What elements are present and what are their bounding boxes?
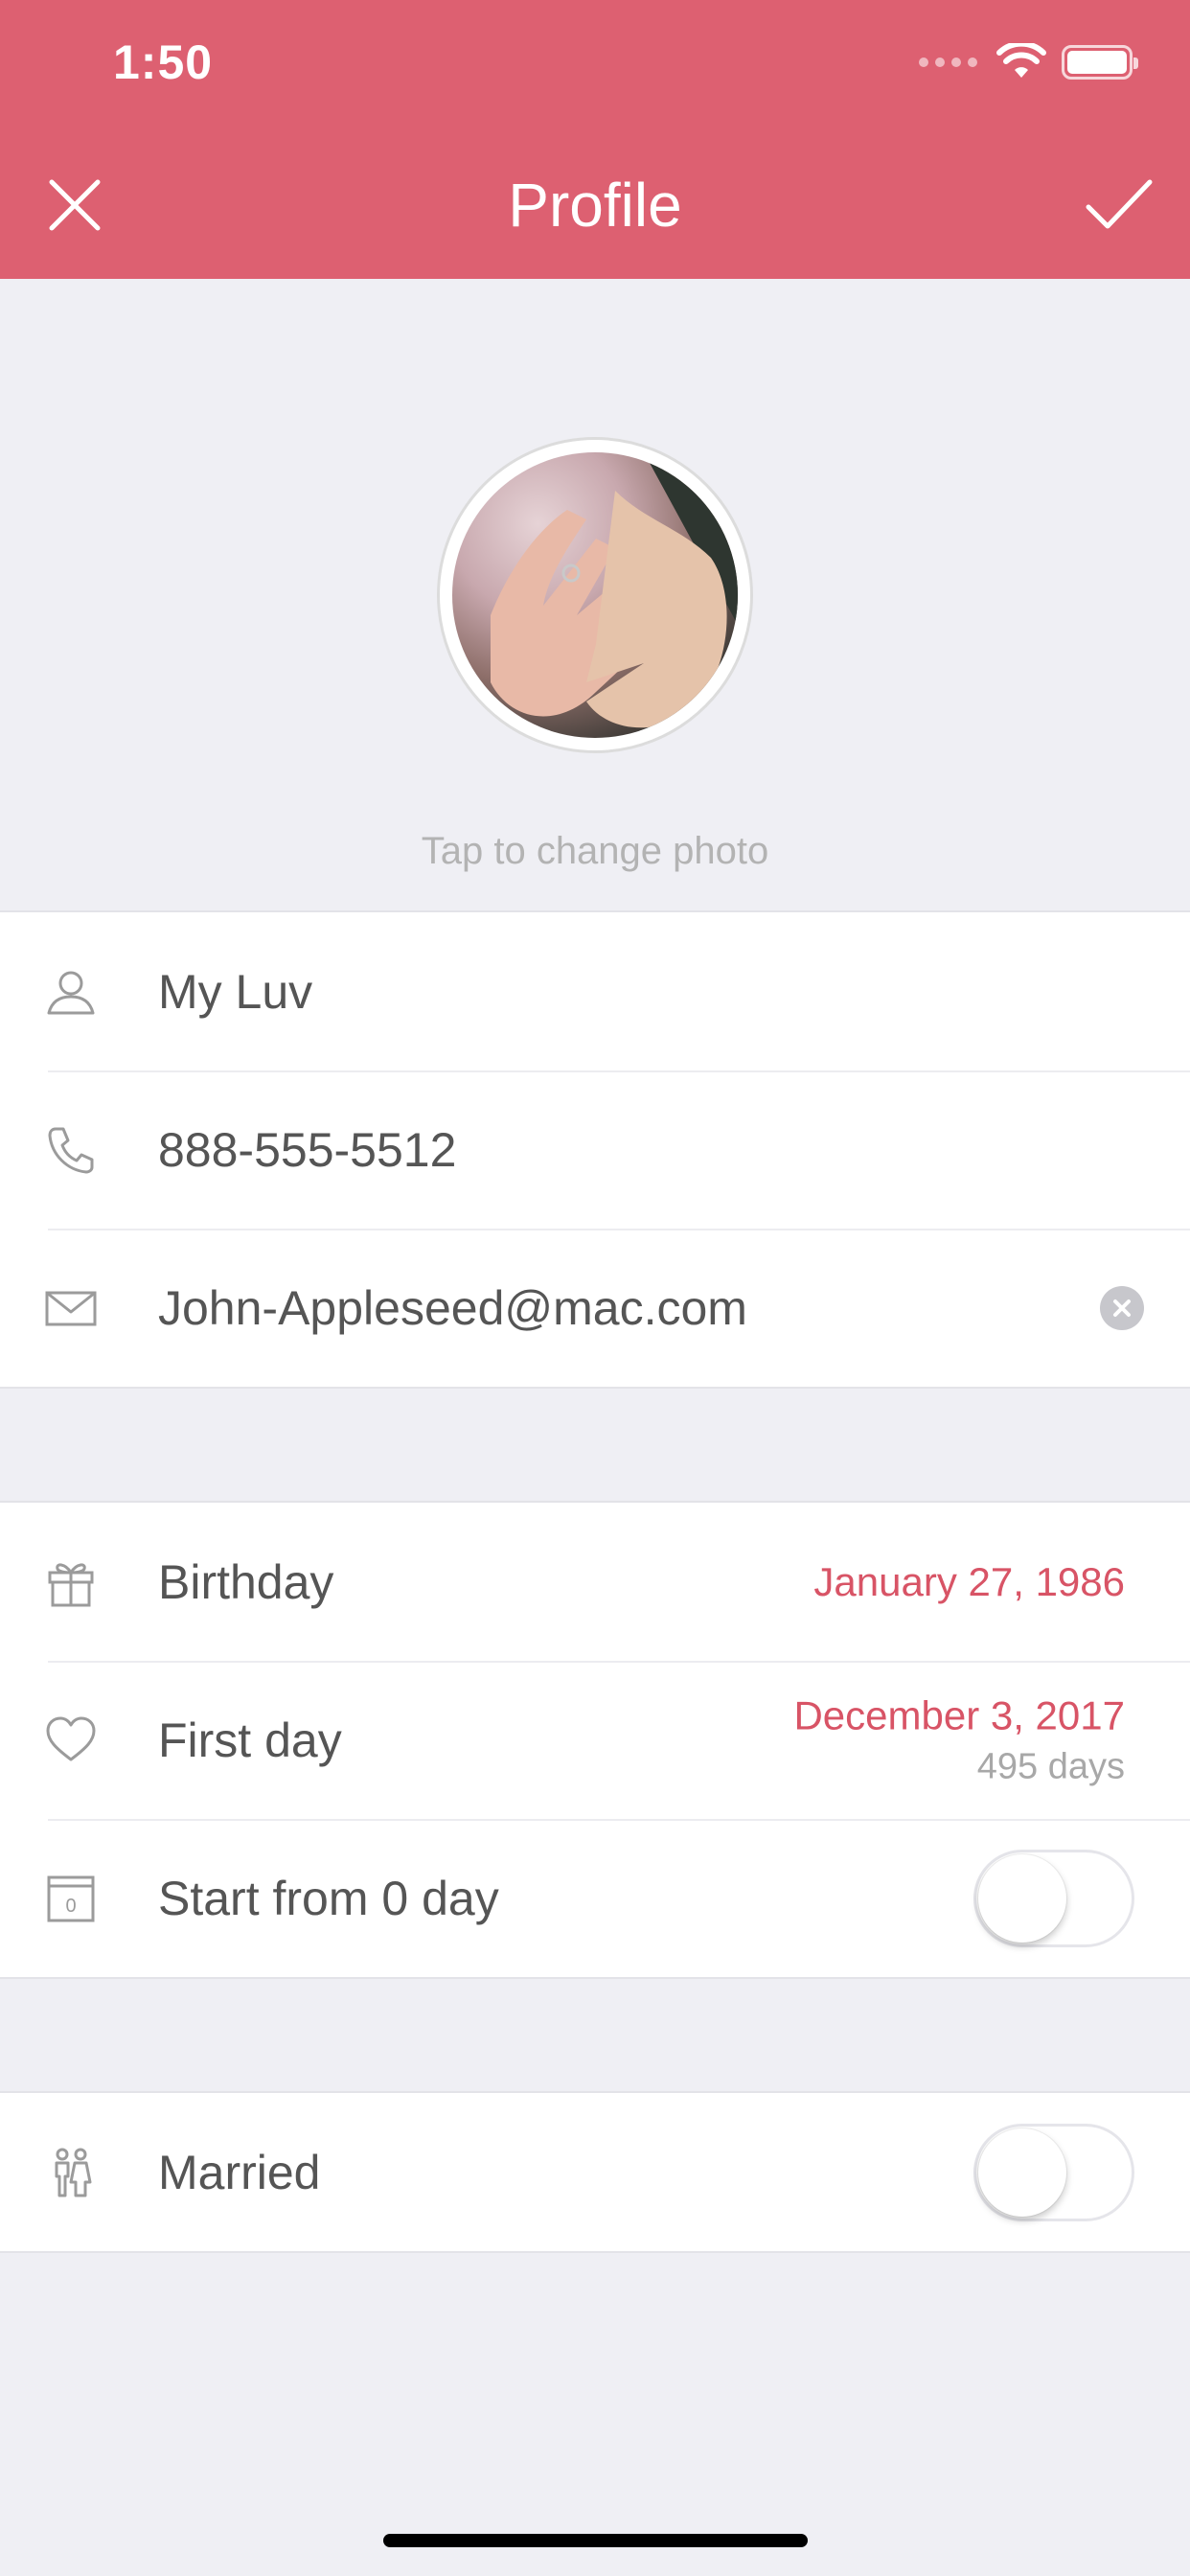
wifi-icon — [996, 43, 1046, 78]
first-day-value[interactable]: December 3, 2017 495 days — [793, 1692, 1125, 1787]
signal-icon — [919, 58, 977, 67]
calendar-zero-icon: 0 — [47, 1875, 95, 1921]
birthday-label: Birthday — [158, 1554, 334, 1609]
phone-row[interactable]: 888-555-5512 — [0, 1070, 1190, 1229]
profile-photo-image — [452, 452, 738, 738]
married-section: Married — [0, 2091, 1190, 2253]
toggle-knob — [978, 1853, 1066, 1943]
birthday-row[interactable]: Birthday January 27, 1986 — [0, 1503, 1190, 1661]
status-indicators — [919, 38, 1138, 86]
change-photo-hint[interactable]: Tap to change photo — [0, 830, 1190, 873]
contact-section: My Luv 888-555-5512 John-Appleseed@mac.c… — [0, 910, 1190, 1389]
toggle-knob — [978, 2128, 1066, 2217]
name-row[interactable]: My Luv — [0, 912, 1190, 1070]
status-time: 1:50 — [113, 35, 214, 89]
email-row[interactable]: John-Appleseed@mac.com — [0, 1229, 1190, 1387]
couple-icon — [55, 2148, 92, 2196]
heart-icon — [46, 1716, 96, 1760]
profile-photo[interactable] — [437, 437, 753, 753]
clear-email-button[interactable] — [1100, 1285, 1144, 1330]
dates-section: Birthday January 27, 1986 First day Dece… — [0, 1501, 1190, 1979]
checkmark-icon — [1086, 179, 1153, 229]
phone-field[interactable]: 888-555-5512 — [158, 1122, 456, 1178]
start-zero-toggle[interactable] — [973, 1849, 1134, 1947]
first-day-row[interactable]: First day December 3, 2017 495 days — [0, 1661, 1190, 1819]
first-day-count: 495 days — [976, 1746, 1125, 1786]
gift-icon — [48, 1562, 94, 1606]
page-title: Profile — [508, 171, 682, 240]
first-day-date: December 3, 2017 — [793, 1692, 1125, 1737]
calendar-zero-text: 0 — [65, 1896, 76, 1917]
home-indicator[interactable] — [383, 2534, 808, 2547]
married-row: Married — [0, 2093, 1190, 2251]
mail-icon — [45, 1291, 97, 1325]
name-field[interactable]: My Luv — [158, 964, 312, 1020]
phone-icon — [48, 1127, 94, 1173]
first-day-label: First day — [158, 1713, 342, 1767]
start-zero-row: 0 Start from 0 day — [0, 1819, 1190, 1977]
person-icon — [47, 971, 95, 1014]
married-label: Married — [158, 2145, 321, 2199]
birthday-value[interactable]: January 27, 1986 — [813, 1559, 1125, 1605]
done-button[interactable] — [1079, 169, 1157, 242]
email-field[interactable]: John-Appleseed@mac.com — [158, 1280, 747, 1336]
navigation-header: 1:50 Profile — [0, 0, 1190, 279]
married-toggle[interactable] — [973, 2123, 1134, 2221]
start-zero-label: Start from 0 day — [158, 1871, 499, 1925]
battery-icon — [1062, 45, 1138, 80]
clear-icon — [1113, 1299, 1131, 1317]
